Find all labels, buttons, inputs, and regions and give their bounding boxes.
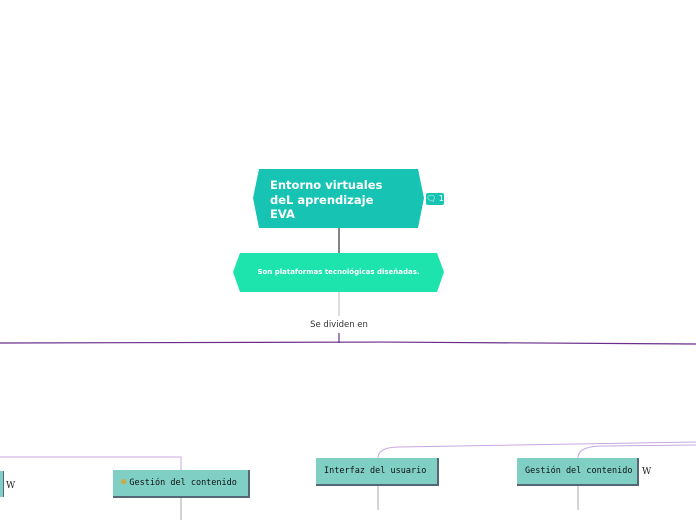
topic-gestion-contenido-2[interactable]: Gestión del contenido (517, 458, 639, 486)
topic-label: Gestión del contenido (129, 478, 237, 488)
description-text: Son plataformas tecnológicas diseñadas. (257, 268, 420, 276)
wikipedia-icon[interactable]: W (642, 467, 651, 477)
topic-interfaz-usuario[interactable]: Interfaz del usuario (316, 458, 439, 486)
main-branch-line (0, 341, 696, 345)
root-title: Entorno virtuales deL aprendizaje EVA (270, 178, 383, 221)
description-topic[interactable]: Son plataformas tecnológicas diseñadas. (233, 253, 444, 292)
right-branch-line (577, 444, 696, 459)
topic-gestion-contenido-1[interactable]: ☻ Gestión del contenido (113, 470, 250, 498)
topic-label: Gestión del contenido (525, 466, 633, 476)
comment-icon[interactable]: 🗨 1 (426, 193, 444, 205)
smiley-icon: ☻ (121, 478, 127, 488)
left-branch-line (0, 456, 182, 471)
connector-label: Se dividen en (310, 320, 368, 330)
comment-count: 1 (438, 194, 444, 203)
partial-topic-left[interactable] (0, 471, 4, 497)
root-topic[interactable]: Entorno virtuales deL aprendizaje EVA (253, 169, 424, 228)
wikipedia-icon[interactable]: W (6, 481, 15, 491)
comment-glyph: 🗨 (426, 194, 437, 203)
middle-branch-line (377, 441, 696, 459)
topic-label: Interfaz del usuario (324, 466, 427, 476)
